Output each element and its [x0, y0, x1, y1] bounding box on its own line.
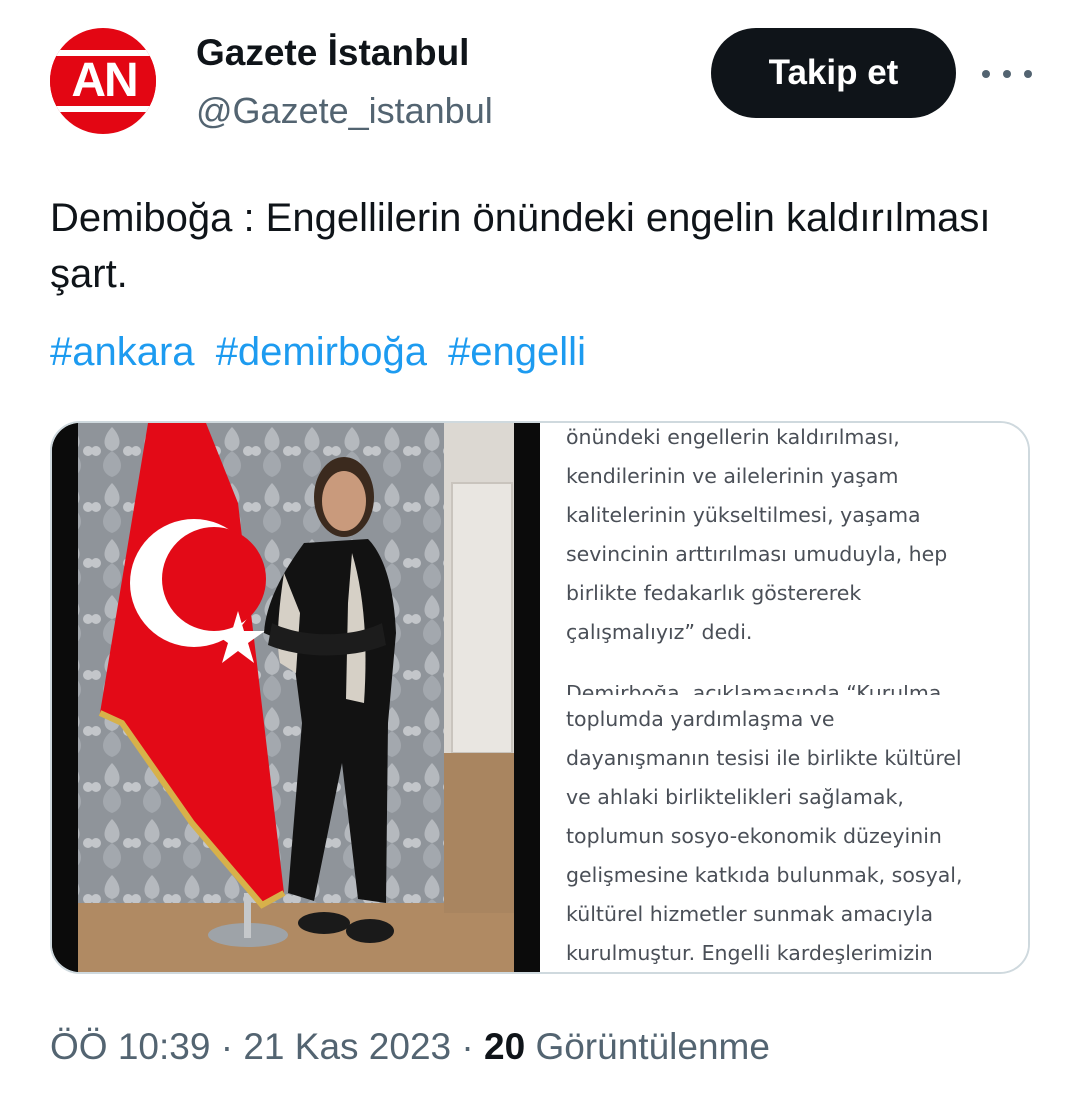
article-line: kurulmuştur. Engelli kardeşlerimizin	[566, 941, 933, 965]
meta-separator: ·	[210, 1026, 244, 1067]
photo-woman-with-flag	[52, 423, 540, 972]
article-line: kalitelerinin yükseltilmesi, yaşama	[566, 503, 921, 527]
follow-button[interactable]: Takip et	[711, 28, 956, 118]
article-line: gelişmesine katkıda bulunmak, sosyal,	[566, 863, 963, 887]
account-avatar[interactable]: AN	[50, 28, 156, 134]
article-cut-line: Demirboğa, açıklamasında “Kurulma	[566, 685, 941, 695]
media-photo[interactable]	[52, 423, 540, 972]
tweet-text: Demiboğa : Engellilerin önündeki engelin…	[50, 196, 991, 296]
article-line: sevincinin arttırılması umuduyla, hep	[566, 542, 948, 566]
hashtag-link[interactable]: #demirboğa	[216, 330, 427, 374]
hashtag-link[interactable]: #engelli	[448, 330, 586, 374]
article-line: toplumun sosyo-ekonomik düzeyinin	[566, 824, 942, 848]
more-horizontal-icon[interactable]	[982, 56, 1032, 92]
views-count: 20	[484, 1026, 526, 1067]
tweet-meta: ÖÖ 10:39 · 21 Kas 2023 · 20 Görüntülenme	[50, 1026, 770, 1068]
article-line: kültürel hizmetler sunmak amacıyla	[566, 902, 934, 926]
article-line: ve ahlaki birliktelikleri sağlamak,	[566, 785, 904, 809]
article-line: dayanışmanın tesisi ile birlikte kültüre…	[566, 746, 962, 770]
logo-band	[50, 106, 156, 112]
article-line: önündeki engellerin kaldırılması,	[566, 425, 900, 449]
article-line: kendilerinin ve ailelerinin yaşam	[566, 464, 899, 488]
tweet-date[interactable]: 21 Kas 2023	[243, 1026, 451, 1067]
article-line: toplumda yardımlaşma ve	[566, 707, 835, 731]
tweet-time[interactable]: ÖÖ 10:39	[50, 1026, 210, 1067]
hashtag-list: #ankara #demirboğa #engelli	[50, 324, 596, 380]
tweet-media[interactable]: önündeki engellerin kaldırılması, kendil…	[50, 421, 1030, 974]
meta-separator: ·	[451, 1026, 485, 1067]
article-line: birlikte fedakarlık göstererek	[566, 581, 862, 605]
account-name[interactable]: Gazete İstanbul	[196, 32, 469, 74]
views-label: Görüntülenme	[535, 1026, 770, 1067]
account-handle[interactable]: @Gazete_istanbul	[196, 90, 493, 132]
hashtag-link[interactable]: #ankara	[50, 330, 195, 374]
avatar-logo-text: AN	[50, 56, 156, 106]
article-line: çalışmalıyız” dedi.	[566, 620, 753, 644]
media-article-screenshot: önündeki engellerin kaldırılması, kendil…	[540, 423, 1028, 972]
